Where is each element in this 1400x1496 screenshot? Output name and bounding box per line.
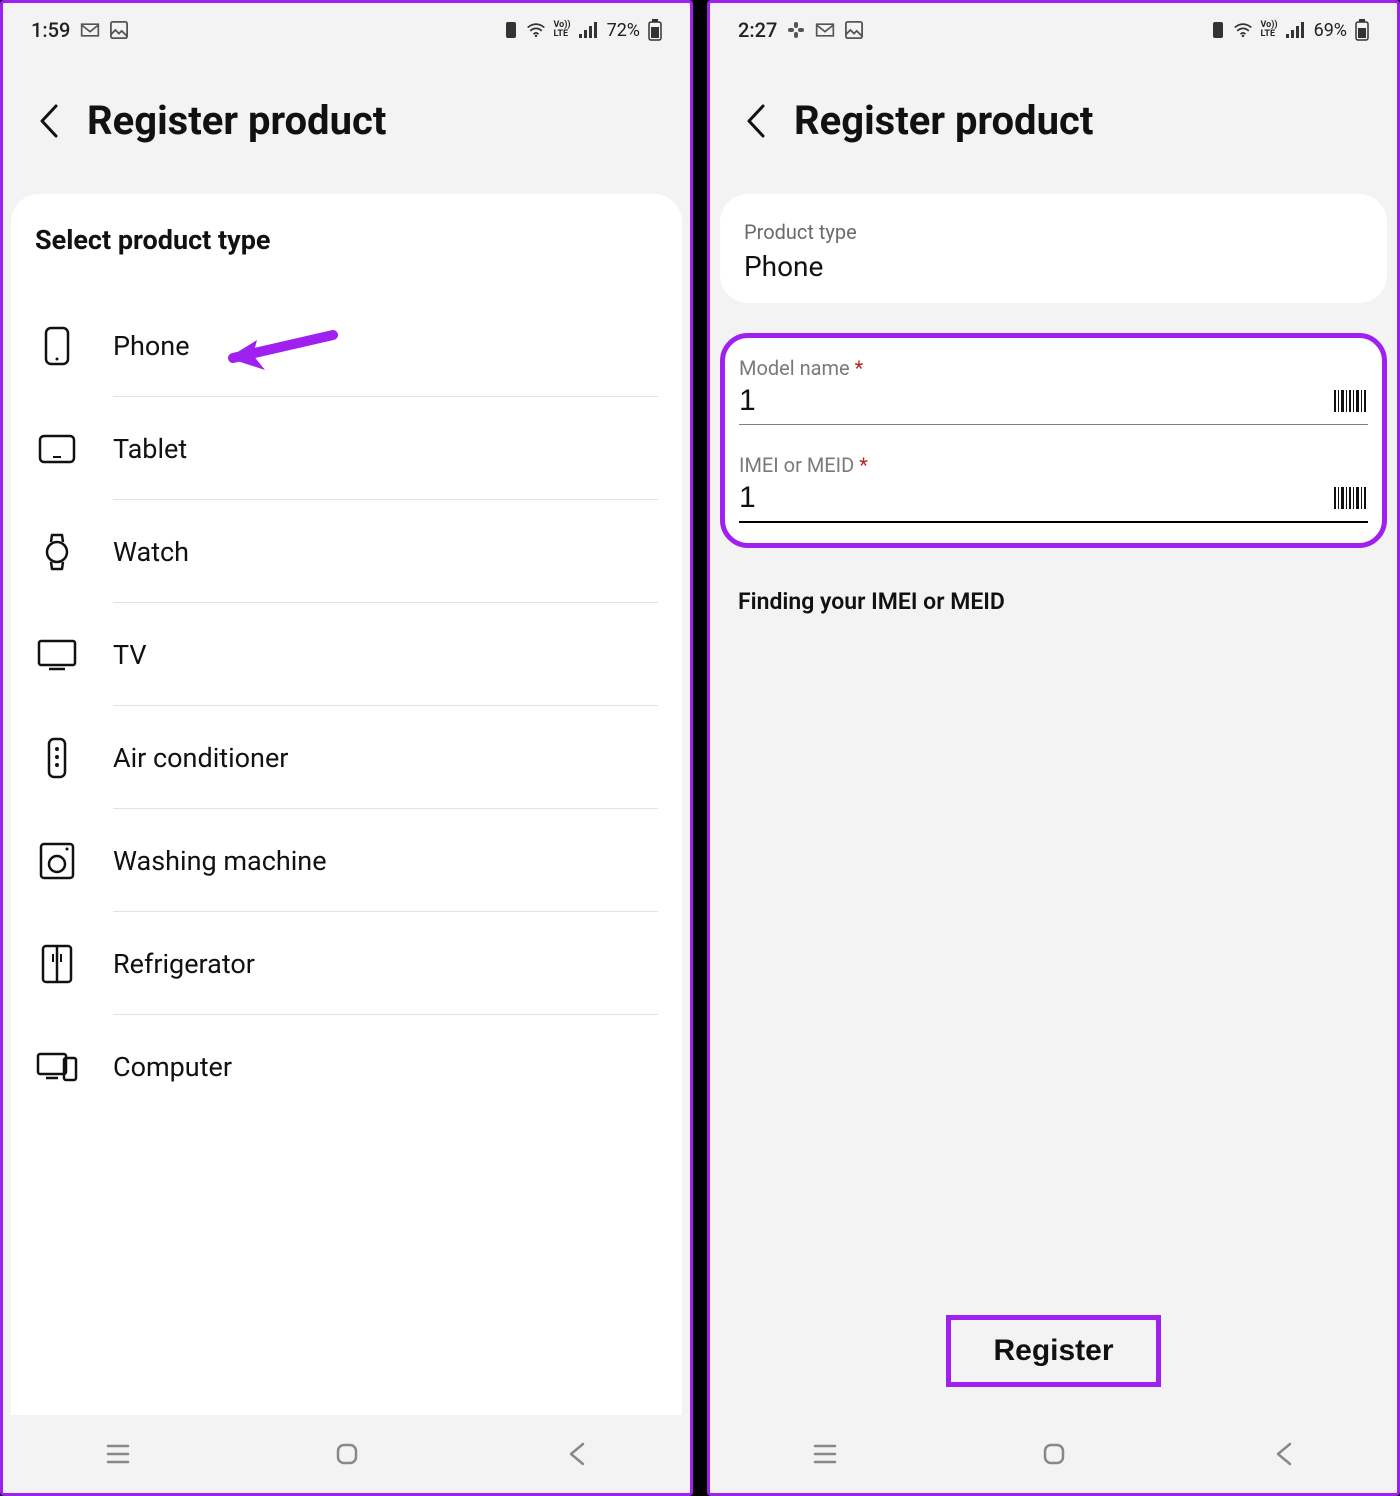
nav-recents[interactable] [98,1434,138,1474]
product-type-label: Product type [744,220,1363,244]
back-button[interactable] [31,104,65,138]
imei-label: IMEI or MEID [739,453,854,477]
product-row-ac[interactable]: Air conditioner [35,706,658,809]
washer-icon [35,842,79,880]
barcode-scan-icon[interactable] [1332,485,1368,511]
imei-input[interactable] [739,481,1332,515]
product-label: Air conditioner [113,742,658,774]
volte-icon: Vo))LTE [554,21,571,39]
annotation-arrow [223,330,343,384]
status-battery-pct: 72% [607,20,640,41]
status-time: 2:27 [738,18,777,42]
app-header: Register product [3,57,690,194]
product-row-computer[interactable]: Computer [35,1015,658,1118]
gallery-icon [110,21,128,39]
battery-icon [648,19,662,41]
gmail-icon [815,22,835,38]
ac-remote-icon [35,737,79,779]
page-title: Register product [794,97,1093,144]
signal-icon [1286,22,1306,38]
status-battery-pct: 69% [1314,20,1347,41]
screen-left: 1:59 Vo))LTE 72% [0,0,693,1496]
nav-home[interactable] [1034,1434,1074,1474]
model-name-input[interactable] [739,384,1332,418]
volte-icon: Vo))LTE [1261,21,1278,39]
register-button[interactable]: Register [946,1315,1160,1387]
signal-icon [579,22,599,38]
nav-recents[interactable] [805,1434,845,1474]
product-row-washer[interactable]: Washing machine [35,809,658,912]
tv-icon [35,639,79,671]
product-label: Refrigerator [113,948,658,980]
watch-icon [35,532,79,572]
status-bar: 2:27 Vo))LTE 69% [710,3,1397,57]
battery-saver-icon [504,20,518,40]
product-row-watch[interactable]: Watch [35,500,658,603]
status-time: 1:59 [31,18,70,42]
product-label: TV [113,639,658,671]
gallery-icon [845,21,863,39]
product-label: Watch [113,536,658,568]
slack-icon [787,21,805,39]
computer-icon [35,1050,79,1084]
product-label: Washing machine [113,845,658,877]
product-row-phone[interactable]: Phone [35,294,658,397]
app-header: Register product [710,57,1397,194]
select-product-type-title: Select product type [35,224,658,256]
nav-back[interactable] [1263,1434,1303,1474]
wifi-icon [526,22,546,38]
product-type-card: Select product type Phone Tablet Watch [11,194,682,1415]
status-bar: 1:59 Vo))LTE 72% [3,3,690,57]
product-row-tablet[interactable]: Tablet [35,397,658,500]
barcode-scan-icon[interactable] [1332,388,1368,414]
nav-back[interactable] [556,1434,596,1474]
battery-saver-icon [1211,20,1225,40]
product-label: Phone [113,330,658,362]
product-type-value: Phone [744,250,1363,283]
product-label: Computer [113,1051,658,1083]
product-row-tv[interactable]: TV [35,603,658,706]
model-name-label: Model name [739,356,850,380]
product-form-card: Model name * IMEI or MEID * [720,333,1387,548]
android-nav-bar [710,1415,1397,1493]
gmail-icon [80,22,100,38]
model-name-field[interactable]: Model name * [739,356,1368,425]
product-type-summary: Product type Phone [720,194,1387,303]
android-nav-bar [3,1415,690,1493]
phone-icon [35,326,79,366]
screen-right: 2:27 Vo))LTE 69% [707,0,1400,1496]
nav-home[interactable] [327,1434,367,1474]
back-button[interactable] [738,104,772,138]
required-mark: * [855,356,864,380]
required-mark: * [859,453,868,477]
imei-field[interactable]: IMEI or MEID * [739,453,1368,523]
battery-icon [1355,19,1369,41]
product-label: Tablet [113,433,658,465]
product-row-fridge[interactable]: Refrigerator [35,912,658,1015]
wifi-icon [1233,22,1253,38]
page-title: Register product [87,97,386,144]
imei-help-link[interactable]: Finding your IMEI or MEID [720,548,1387,615]
tablet-icon [35,434,79,464]
fridge-icon [35,944,79,984]
